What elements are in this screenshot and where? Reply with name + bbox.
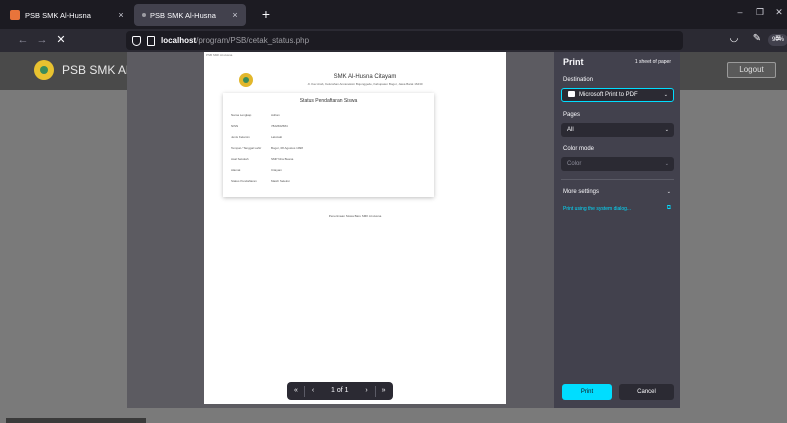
tab-psb-2[interactable]: PSB SMK Al-Husna × — [134, 4, 246, 26]
logout-button[interactable]: Logout — [727, 62, 776, 78]
color-mode-select[interactable]: Color ⌄ — [561, 157, 674, 171]
row-label: NISN — [231, 124, 239, 128]
destination-select[interactable]: Microsoft Print to PDF ⌄ — [561, 88, 674, 102]
print-preview-page: PSB SMK Al-Husna SMK Al-Husna Citayam Jl… — [204, 52, 506, 404]
card-title: Status Pendaftaran Siswa — [299, 98, 358, 104]
row-label: Alamat — [231, 168, 241, 172]
school-address: Jl. Kav Arab, Kelurahan Ancaneksin Bojon… — [307, 82, 423, 86]
row-label: Status Pendaftaran — [231, 179, 257, 183]
system-dialog-link[interactable]: Print using the system dialog... — [563, 206, 631, 212]
panel-divider — [561, 179, 674, 180]
extensions-icon[interactable]: ✎ — [750, 33, 764, 44]
tab-label: PSB SMK Al-Husna — [150, 10, 216, 20]
row-value: Bogor, 08 Agustus 1998 — [271, 146, 303, 150]
site-favicon-icon — [10, 10, 20, 20]
row-value: Adrian — [271, 113, 280, 117]
row-value: Laki-laki — [271, 135, 283, 139]
tab-close-icon[interactable]: × — [116, 10, 126, 20]
print-settings-panel: Print 1 sheet of paper Destination Micro… — [554, 52, 680, 408]
chevron-down-icon: ⌄ — [663, 92, 668, 98]
page-indicator: 1 of 1 — [331, 387, 349, 394]
pages-value: All — [567, 127, 574, 133]
status-card: Status Pendaftaran Siswa Nama Lengkap Adr… — [223, 93, 434, 197]
row-value: Masih Seleksi — [271, 179, 290, 183]
tracking-shield-icon[interactable] — [132, 35, 141, 46]
minimize-button[interactable]: – — [734, 7, 746, 17]
restore-button[interactable]: ❐ — [754, 7, 766, 18]
stop-button[interactable]: ✕ — [54, 33, 68, 47]
url-host: localhost — [161, 36, 197, 45]
more-settings-toggle[interactable]: More settings — [563, 189, 599, 195]
page-info-icon[interactable] — [147, 35, 155, 46]
row-value: Citayam — [271, 168, 283, 172]
page-bottom-bar — [6, 418, 146, 423]
row-label: Nama Lengkap — [231, 113, 252, 117]
row-label: Jenis Kelamin — [231, 135, 250, 139]
url-bar[interactable]: localhost/program/PSB/cetak_status.php 9… — [126, 31, 787, 50]
printer-icon — [568, 91, 575, 98]
new-tab-button[interactable]: + — [258, 6, 274, 22]
back-button[interactable]: ← — [16, 33, 30, 47]
url-path: /program/PSB/cetak_status.php — [196, 36, 310, 45]
first-page-button[interactable]: « — [290, 385, 302, 397]
tab-psb-1[interactable]: PSB SMK Al-Husna × — [4, 4, 132, 26]
last-page-button[interactable]: » — [378, 385, 390, 397]
print-title: Print — [563, 57, 584, 67]
row-label: Asal Sekolah — [231, 157, 249, 161]
preview-pager: « ‹ 1 of 1 › » — [287, 382, 393, 400]
preview-header-text: PSB SMK Al-Husna — [206, 53, 233, 57]
pages-select[interactable]: All ⌄ — [561, 123, 674, 137]
tab-close-icon[interactable]: × — [230, 10, 240, 20]
row-value: SMP Nira Buana — [271, 157, 294, 161]
loading-dot-icon — [142, 13, 146, 17]
print-button[interactable]: Print — [562, 384, 612, 400]
tab-label: PSB SMK Al-Husna — [25, 10, 91, 20]
chevron-down-icon: ⌄ — [664, 161, 669, 167]
page-content: PSB SMK Al-Husn Logout PSB SMK Al-Husna … — [0, 52, 787, 423]
menu-icon[interactable]: ≡ — [771, 33, 785, 44]
preview-footer: Penerimaan Siswa Baru SMK Al-Husna — [328, 214, 382, 218]
chevron-down-icon: ⌄ — [664, 127, 669, 133]
print-dialog: PSB SMK Al-Husna SMK Al-Husna Citayam Jl… — [127, 52, 680, 408]
pager-divider — [374, 385, 376, 397]
color-mode-value: Color — [567, 161, 582, 167]
school-logo-icon — [34, 60, 54, 80]
next-page-button[interactable]: › — [361, 385, 373, 397]
forward-button[interactable]: → — [35, 33, 49, 47]
destination-value: Microsoft Print to PDF — [579, 92, 638, 98]
external-link-icon[interactable]: ⧉ — [667, 205, 671, 212]
row-label: Tempat / Tanggal Lahir — [231, 146, 262, 150]
school-name: SMK Al-Husna Citayam — [333, 74, 397, 80]
navigation-toolbar: ← → ✕ localhost/program/PSB/cetak_status… — [0, 29, 787, 52]
destination-label: Destination — [563, 77, 594, 83]
row-value: 7822662584 — [271, 124, 288, 128]
chevron-down-icon[interactable]: ⌄ — [667, 189, 671, 195]
color-mode-label: Color mode — [563, 146, 595, 152]
cancel-button[interactable]: Cancel — [619, 384, 674, 400]
sheet-count: 1 sheet of paper — [634, 59, 671, 65]
pager-divider — [304, 385, 305, 397]
pocket-icon[interactable]: ◡ — [727, 33, 741, 44]
pages-label: Pages — [563, 112, 581, 118]
close-window-button[interactable]: ✕ — [773, 7, 785, 18]
prev-page-button[interactable]: ‹ — [307, 385, 319, 397]
tab-strip: PSB SMK Al-Husna × PSB SMK Al-Husna × + … — [0, 0, 787, 29]
